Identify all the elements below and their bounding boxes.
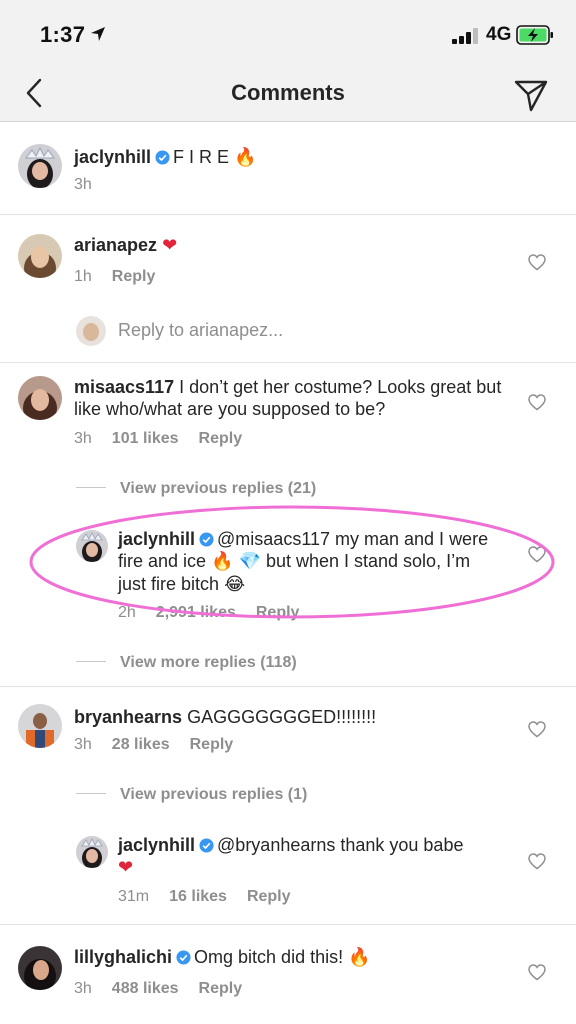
like-heart-icon[interactable] <box>528 853 546 870</box>
comment: misaacs117 I don’t get her costume? Look… <box>0 362 576 462</box>
comment-text: GAGGGGGGGED!!!!!!!! <box>187 707 377 727</box>
view-previous-replies-label[interactable]: View previous replies (1) <box>120 786 307 803</box>
reply-comment: jaclynhill @bryanhearns thank you babe ❤ … <box>0 826 576 922</box>
comment: bryanhearns GAGGGGGGGED!!!!!!!! 3h 28 lik… <box>0 686 576 766</box>
comment-body: bryanhearns GAGGGGGGGED!!!!!!!! <box>74 706 514 728</box>
avatar[interactable] <box>18 946 62 990</box>
reply-input-row[interactable]: Reply to arianapez... <box>76 316 496 346</box>
comment-meta: 3h <box>74 176 112 194</box>
like-heart-icon[interactable] <box>528 254 546 271</box>
comment: arianapez ❤ 1h Reply <box>0 214 576 304</box>
comment-body: misaacs117 I don’t get her costume? Look… <box>74 376 514 420</box>
like-count[interactable]: 28 likes <box>112 736 170 753</box>
comment-username[interactable]: misaacs117 <box>74 377 174 397</box>
battery-charging-icon <box>516 25 553 45</box>
comment-meta: 1h Reply <box>74 268 175 286</box>
like-heart-icon[interactable] <box>528 394 546 411</box>
page-title: Comments <box>231 80 345 105</box>
divider-line <box>76 793 106 794</box>
view-more-replies[interactable]: View more replies (118) <box>76 654 297 672</box>
view-more-replies-label[interactable]: View more replies (118) <box>120 654 297 671</box>
reply-text: @bryanhearns thank you babe <box>217 835 464 855</box>
divider-line <box>76 487 106 488</box>
cell-signal-icon <box>452 28 482 44</box>
comment-time: 3h <box>74 736 92 753</box>
comment-username[interactable]: bryanhearns <box>74 707 182 727</box>
reply-button[interactable]: Reply <box>112 268 156 285</box>
like-count[interactable]: 16 likes <box>169 888 227 905</box>
avatar[interactable] <box>18 376 62 420</box>
comment-text: F I R E <box>173 147 230 167</box>
comment-time: 1h <box>74 268 92 285</box>
like-heart-icon[interactable] <box>528 964 546 981</box>
divider-line <box>76 661 106 662</box>
highlight-ellipse <box>29 505 555 619</box>
comment-meta: 3h 101 likes Reply <box>74 430 262 448</box>
avatar[interactable] <box>18 704 62 748</box>
view-previous-replies-label[interactable]: View previous replies (21) <box>120 480 316 497</box>
avatar[interactable] <box>18 234 62 278</box>
comment-meta: 31m 16 likes Reply <box>118 888 311 906</box>
network-type: 4G <box>486 24 512 45</box>
verified-badge-icon <box>176 950 191 965</box>
avatar <box>76 316 106 346</box>
red-heart-emoji: ❤ <box>162 235 178 256</box>
caption: jaclynhill F I R E 🔥 3h <box>0 122 576 214</box>
reply-button[interactable]: Reply <box>247 888 291 905</box>
avatar[interactable] <box>18 144 62 188</box>
reply-button[interactable]: Reply <box>190 736 234 753</box>
comment-time: 31m <box>118 888 150 905</box>
fire-emoji: 🔥 <box>348 947 371 968</box>
comment: lillyghalichi Omg bitch did this! 🔥 3h 488… <box>0 924 576 1024</box>
comment-meta: 3h 28 likes Reply <box>74 736 253 754</box>
comment-meta: 3h 488 likes Reply <box>74 980 262 998</box>
comment-time: 3h <box>74 980 92 997</box>
like-count[interactable]: 101 likes <box>112 430 179 447</box>
reply-input-placeholder[interactable]: Reply to arianapez... <box>118 320 283 341</box>
view-previous-replies[interactable]: View previous replies (21) <box>76 480 316 498</box>
status-time: 1:37 <box>40 22 86 47</box>
comment-text: Omg bitch did this! <box>194 947 344 967</box>
comment-username[interactable]: jaclynhill <box>118 835 195 855</box>
comment-username[interactable]: jaclynhill <box>74 147 151 167</box>
like-count[interactable]: 488 likes <box>112 980 179 997</box>
reply-button[interactable]: Reply <box>199 430 243 447</box>
comment-time: 3h <box>74 430 92 447</box>
like-heart-icon[interactable] <box>528 721 546 738</box>
comment-body: arianapez ❤ <box>74 234 514 257</box>
comment-body: lillyghalichi Omg bitch did this! 🔥 <box>74 946 514 969</box>
reply-body: jaclynhill @bryanhearns thank you babe ❤ <box>118 834 514 879</box>
red-heart-emoji: ❤ <box>118 857 134 878</box>
location-arrow-icon <box>91 27 105 41</box>
direct-send-icon[interactable] <box>512 76 550 114</box>
reply-button[interactable]: Reply <box>199 980 243 997</box>
comment-username[interactable]: arianapez <box>74 235 157 255</box>
avatar[interactable] <box>76 836 108 868</box>
comment-time: 3h <box>74 176 92 193</box>
view-previous-replies[interactable]: View previous replies (1) <box>76 786 307 804</box>
caption-text: jaclynhill F I R E 🔥 <box>74 146 514 169</box>
verified-badge-icon <box>155 150 170 165</box>
verified-badge-icon <box>199 838 214 853</box>
status-bar: 1:37 4G <box>0 0 576 66</box>
nav-bar: Comments <box>0 66 576 122</box>
comment-username[interactable]: lillyghalichi <box>74 947 172 967</box>
fire-emoji: 🔥 <box>234 147 257 168</box>
